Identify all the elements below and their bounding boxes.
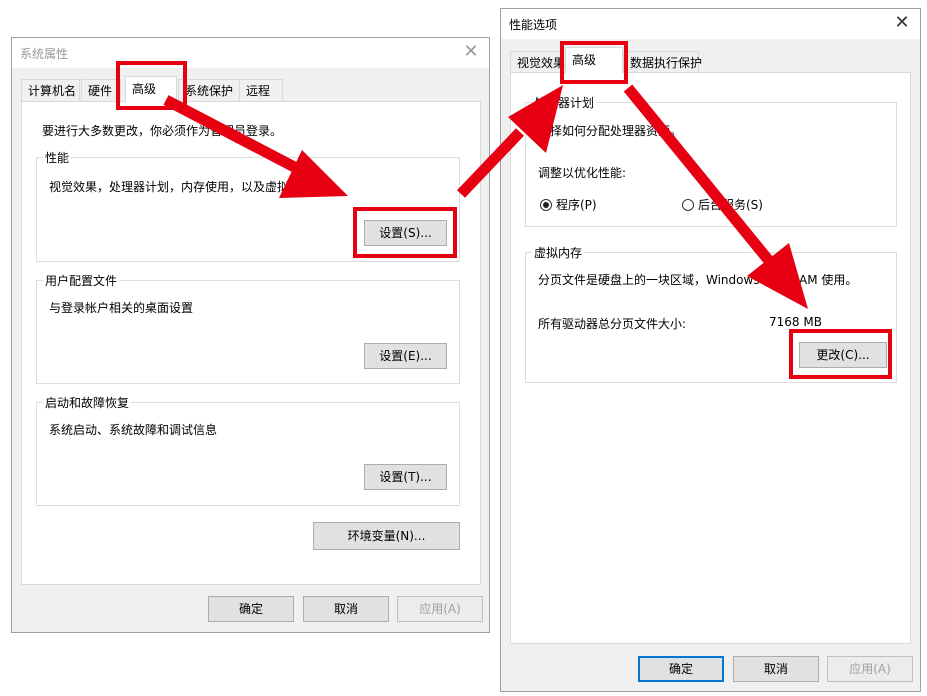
ok-button[interactable]: 确定 bbox=[638, 656, 724, 682]
startup-recovery-group-title: 启动和故障恢复 bbox=[43, 394, 132, 411]
tab-data-execution-prevention[interactable]: 数据执行保护 bbox=[623, 51, 702, 73]
user-profile-group-title: 用户配置文件 bbox=[43, 272, 120, 289]
startup-recovery-settings-button[interactable]: 设置(T)... bbox=[364, 464, 447, 490]
tab-system-protection[interactable]: 系统保护 bbox=[178, 79, 240, 101]
startup-recovery-group: 启动和故障恢复 系统启动、系统故障和调试信息 设置(T)... bbox=[36, 394, 460, 506]
startup-recovery-description: 系统启动、系统故障和调试信息 bbox=[49, 423, 218, 437]
processor-scheduling-title: 处理器计划 bbox=[532, 94, 597, 111]
user-profile-description: 与登录帐户相关的桌面设置 bbox=[49, 301, 194, 315]
programs-radio[interactable] bbox=[540, 199, 552, 211]
window-title: 系统属性 bbox=[20, 47, 69, 61]
environment-variables-button[interactable]: 环境变量(N)... bbox=[313, 522, 460, 550]
performance-settings-button[interactable]: 设置(S)... bbox=[364, 220, 447, 246]
ok-button[interactable]: 确定 bbox=[208, 596, 294, 622]
virtual-memory-title: 虚拟内存 bbox=[532, 244, 585, 261]
apply-button[interactable]: 应用(A) bbox=[397, 596, 483, 622]
adjust-for-label: 调整以优化性能: bbox=[538, 166, 627, 180]
advanced-tab-panel: 处理器计划 选择如何分配处理器资源。 调整以优化性能: 程序(P) 后台服务(S… bbox=[510, 72, 911, 644]
tab-remote[interactable]: 远程 bbox=[239, 79, 283, 101]
tab-advanced[interactable]: 高级 bbox=[565, 47, 623, 73]
tab-hardware[interactable]: 硬件 bbox=[81, 79, 121, 101]
performance-description: 视觉效果，处理器计划，内存使用，以及虚拟内存 bbox=[49, 180, 314, 194]
tab-visual-effects[interactable]: 视觉效果 bbox=[510, 51, 566, 73]
performance-group-title: 性能 bbox=[43, 149, 72, 166]
admin-note: 要进行大多数更改，你必须作为管理员登录。 bbox=[42, 124, 283, 138]
apply-button[interactable]: 应用(A) bbox=[827, 656, 913, 682]
system-properties-window: 系统属性 ✕ 计算机名 硬件 高级 系统保护 远程 要进行大多数更改，你必须作为… bbox=[11, 37, 490, 633]
processor-scheduling-group: 处理器计划 选择如何分配处理器资源。 调整以优化性能: 程序(P) 后台服务(S… bbox=[525, 94, 897, 227]
tab-advanced[interactable]: 高级 bbox=[125, 76, 177, 102]
window-title: 性能选项 bbox=[509, 18, 558, 32]
system-properties-titlebar[interactable]: 系统属性 ✕ bbox=[12, 38, 489, 68]
user-profile-group: 用户配置文件 与登录帐户相关的桌面设置 设置(E)... bbox=[36, 272, 460, 384]
performance-group: 性能 视觉效果，处理器计划，内存使用，以及虚拟内存 设置(S)... bbox=[36, 149, 460, 262]
close-icon[interactable]: ✕ bbox=[461, 42, 481, 62]
change-virtual-memory-button[interactable]: 更改(C)... bbox=[799, 342, 887, 368]
processor-scheduling-description: 选择如何分配处理器资源。 bbox=[538, 124, 683, 138]
advanced-tab-panel: 要进行大多数更改，你必须作为管理员登录。 性能 视觉效果，处理器计划，内存使用，… bbox=[21, 101, 481, 585]
user-profile-settings-button[interactable]: 设置(E)... bbox=[364, 343, 447, 369]
virtual-memory-group: 虚拟内存 分页文件是硬盘上的一块区域，Windows 当作 RAM 使用。 所有… bbox=[525, 244, 897, 383]
tab-computer-name[interactable]: 计算机名 bbox=[21, 79, 80, 101]
background-services-radio-label[interactable]: 后台服务(S) bbox=[698, 196, 763, 213]
close-icon[interactable]: ✕ bbox=[892, 13, 912, 33]
virtual-memory-description: 分页文件是硬盘上的一块区域，Windows 当作 RAM 使用。 bbox=[538, 273, 858, 287]
performance-options-titlebar[interactable]: 性能选项 ✕ bbox=[501, 9, 920, 39]
cancel-button[interactable]: 取消 bbox=[303, 596, 389, 622]
total-paging-size-label: 所有驱动器总分页文件大小: bbox=[538, 317, 687, 331]
cancel-button[interactable]: 取消 bbox=[733, 656, 819, 682]
programs-radio-label[interactable]: 程序(P) bbox=[556, 196, 597, 213]
background-services-radio[interactable] bbox=[682, 199, 694, 211]
performance-options-window: 性能选项 ✕ 视觉效果 高级 数据执行保护 处理器计划 选择如何分配处理器资源。… bbox=[500, 8, 921, 692]
total-paging-size-value: 7168 MB bbox=[769, 315, 822, 329]
